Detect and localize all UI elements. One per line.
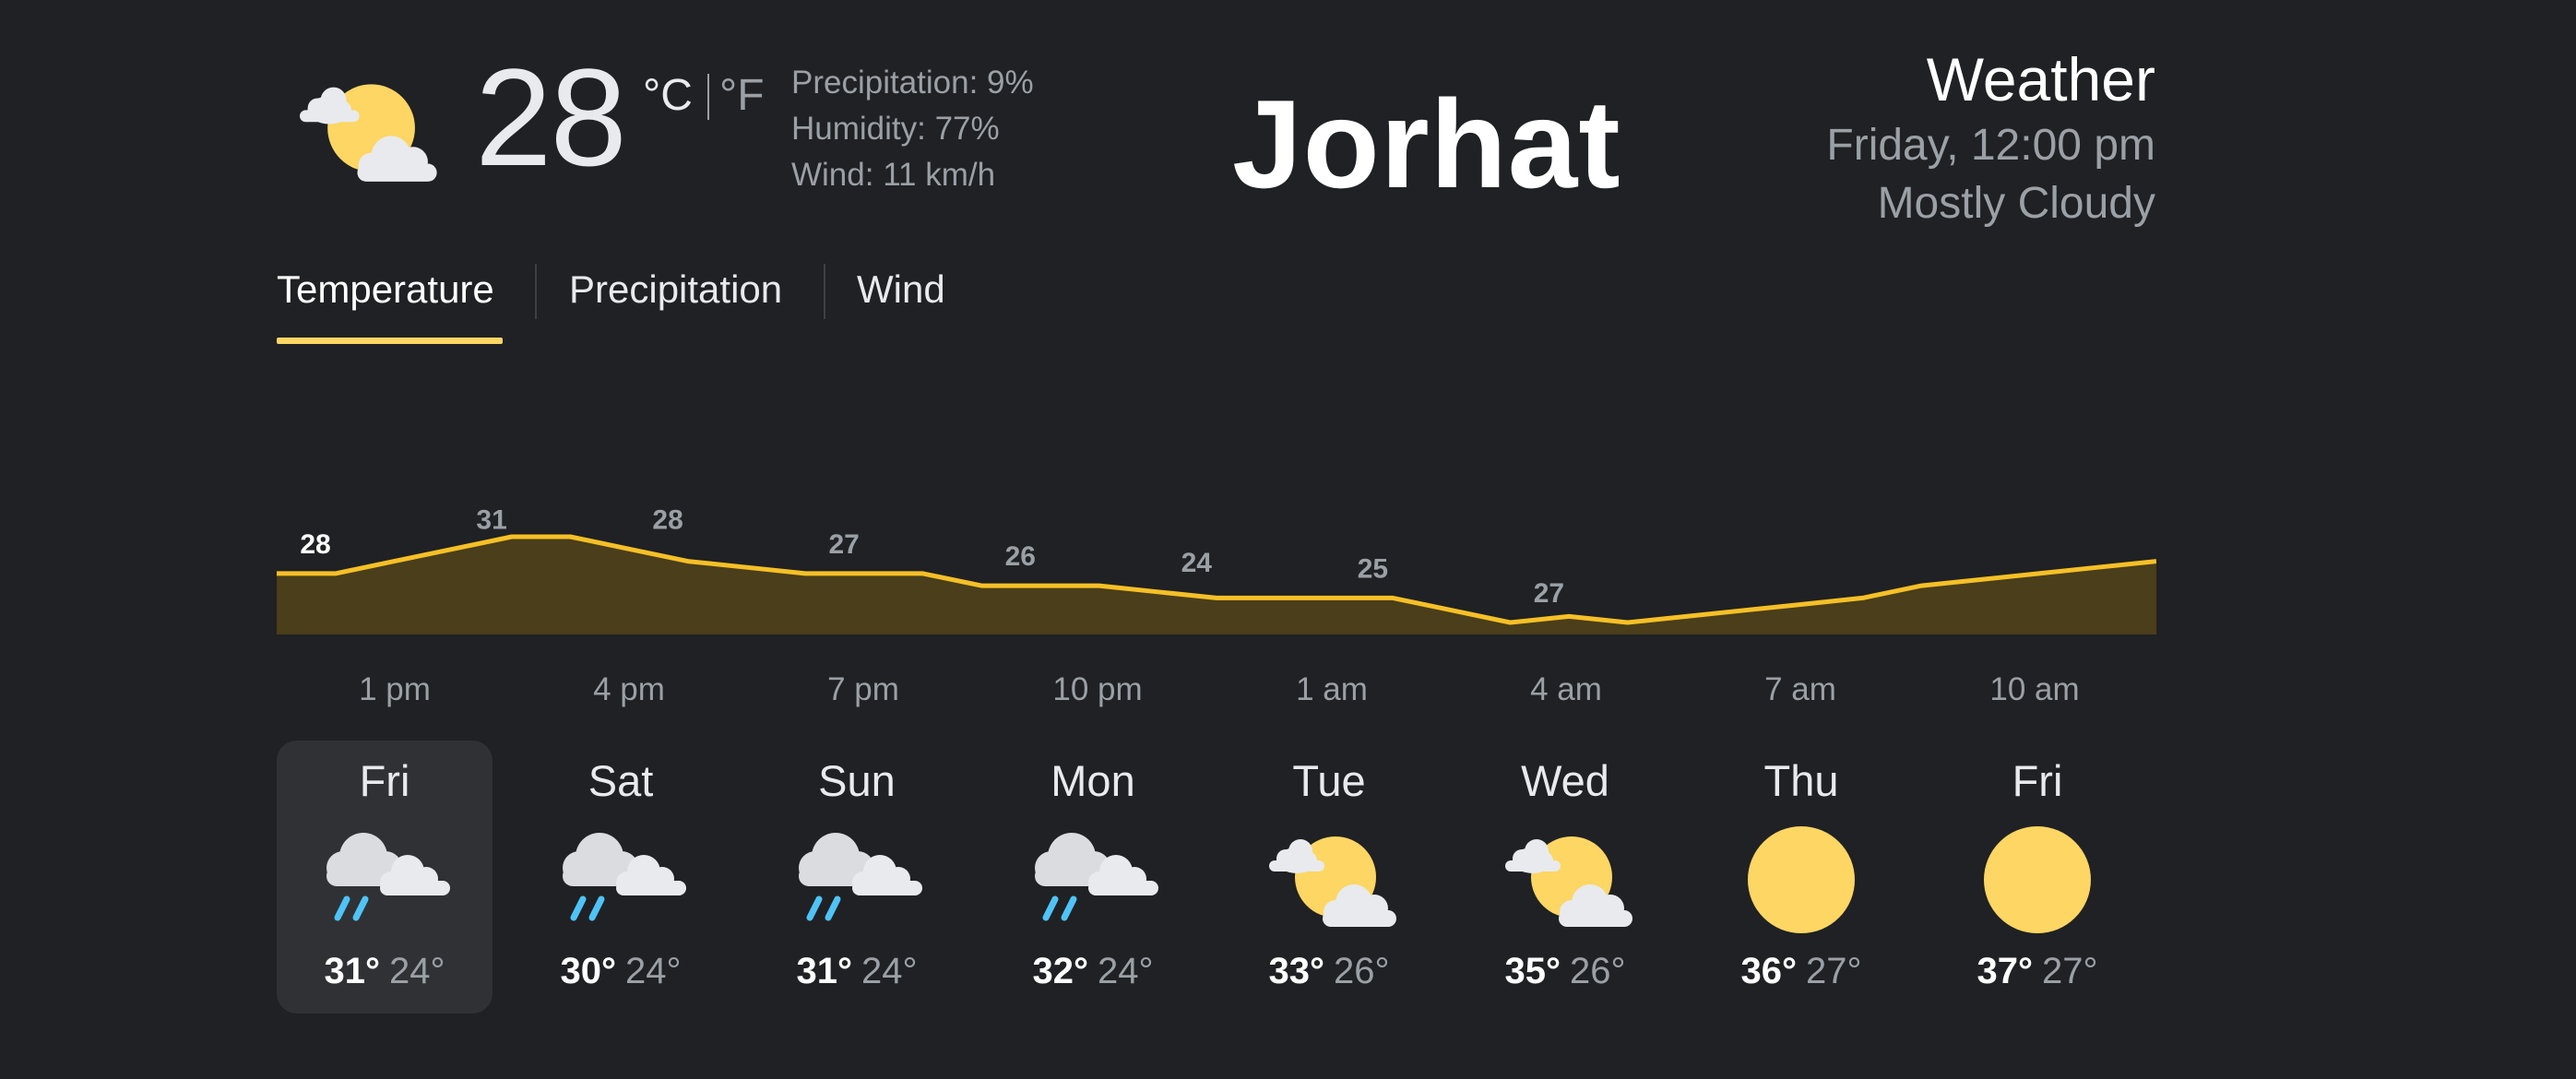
high-temp: 37°: [1977, 951, 2034, 991]
hour-label: 1 am: [1296, 671, 1368, 707]
hour-label: 4 am: [1530, 671, 1602, 707]
high-temp: 30°: [560, 951, 617, 991]
unit-divider: [707, 74, 709, 120]
high-temp: 31°: [324, 951, 381, 991]
low-temp: 27°: [2042, 951, 2098, 991]
day-name: Thu: [1763, 756, 1839, 805]
precipitation-stat: Precipitation: 9%: [791, 65, 1034, 101]
day-name: Wed: [1521, 756, 1609, 805]
rain-cloudy-icon: [1024, 820, 1162, 940]
celsius-toggle[interactable]: °C: [643, 70, 693, 121]
day-temperatures: 31° 24°: [749, 951, 965, 992]
low-temp: 24°: [389, 951, 445, 991]
sunny-icon: [1968, 820, 2107, 940]
tab-temperature[interactable]: Temperature: [277, 267, 494, 312]
day-temperatures: 36° 27°: [1693, 951, 1909, 992]
day-name: Fri: [359, 756, 410, 805]
chart-data-label: 28: [652, 504, 683, 535]
hour-label: 1 pm: [359, 671, 431, 707]
day-temperatures: 37° 27°: [1929, 951, 2145, 992]
low-temp: 27°: [1806, 951, 1862, 991]
weather-condition: Mostly Cloudy: [1877, 179, 2155, 228]
high-temp: 32°: [1032, 951, 1089, 991]
hour-label: 10 pm: [1052, 671, 1143, 707]
day-temperatures: 31° 24°: [277, 951, 493, 992]
current-temperature: 28: [475, 40, 627, 195]
hour-label: 7 am: [1764, 671, 1836, 707]
high-temp: 31°: [796, 951, 853, 991]
tab-divider: [824, 264, 825, 319]
day-temperatures: 33° 26°: [1221, 951, 1437, 992]
chart-data-label: 27: [1534, 578, 1564, 609]
day-temperatures: 35° 26°: [1457, 951, 1673, 992]
humidity-stat: Humidity: 77%: [791, 111, 1000, 147]
hour-label: 7 pm: [827, 671, 899, 707]
day-name: Sun: [818, 756, 896, 805]
low-temp: 26°: [1334, 951, 1390, 991]
day-name: Mon: [1051, 756, 1135, 805]
chart-data-label: 24: [1181, 548, 1213, 578]
weather-datetime: Friday, 12:00 pm: [1826, 121, 2155, 170]
low-temp: 24°: [861, 951, 918, 991]
tab-precipitation[interactable]: Precipitation: [569, 267, 782, 312]
weather-title: Weather: [1926, 45, 2155, 113]
day-name: Tue: [1292, 756, 1366, 805]
chart-data-label: 26: [1005, 541, 1036, 572]
day-name: Sat: [588, 756, 654, 805]
chart-data-label: 31: [476, 504, 506, 535]
forecast-day-sun[interactable]: Sun 31° 24°: [749, 741, 965, 1014]
chart-data-label: 25: [1358, 553, 1388, 584]
rain-cloudy-icon: [788, 820, 926, 940]
wind-stat: Wind: 11 km/h: [791, 157, 996, 193]
day-temperatures: 32° 24°: [985, 951, 1201, 992]
forecast-day-thu[interactable]: Thu 36° 27°: [1693, 741, 1909, 1014]
rain-cloudy-icon: [315, 820, 454, 940]
forecast-day-wed[interactable]: Wed 35° 26°: [1457, 741, 1673, 1014]
forecast-day-tue[interactable]: Tue 33° 26°: [1221, 741, 1437, 1014]
city-name: Jorhat: [1232, 74, 1621, 214]
low-temp: 24°: [625, 951, 682, 991]
high-temp: 33°: [1268, 951, 1325, 991]
hour-label: 4 pm: [593, 671, 665, 707]
chart-area-fill: [277, 537, 2156, 634]
tab-selected-indicator: [277, 338, 503, 344]
fahrenheit-toggle[interactable]: °F: [719, 70, 765, 121]
forecast-day-mon[interactable]: Mon 32° 24°: [985, 741, 1201, 1014]
chart-data-label: 28: [300, 529, 330, 560]
high-temp: 36°: [1740, 951, 1798, 991]
forecast-day-fri[interactable]: Fri 37° 27°: [1929, 741, 2145, 1014]
day-temperatures: 30° 24°: [513, 951, 729, 992]
hour-label: 10 am: [1989, 671, 2080, 707]
partly-cloudy-icon: [277, 66, 452, 196]
partly-cloudy-icon: [1260, 820, 1398, 940]
partly-cloudy-icon: [1496, 820, 1634, 940]
day-name: Fri: [2012, 756, 2063, 805]
forecast-day-fri[interactable]: Fri 31° 24°: [277, 741, 493, 1014]
tab-wind[interactable]: Wind: [857, 267, 945, 312]
low-temp: 26°: [1570, 951, 1626, 991]
temperature-chart: 28 31 28 27 26 24 25 27: [277, 504, 2156, 634]
sunny-icon: [1732, 820, 1870, 940]
tab-divider: [535, 264, 537, 319]
chart-data-label: 27: [829, 529, 860, 560]
high-temp: 35°: [1504, 951, 1561, 991]
low-temp: 24°: [1098, 951, 1154, 991]
rain-cloudy-icon: [552, 820, 690, 940]
forecast-day-sat[interactable]: Sat 30° 24°: [513, 741, 729, 1014]
